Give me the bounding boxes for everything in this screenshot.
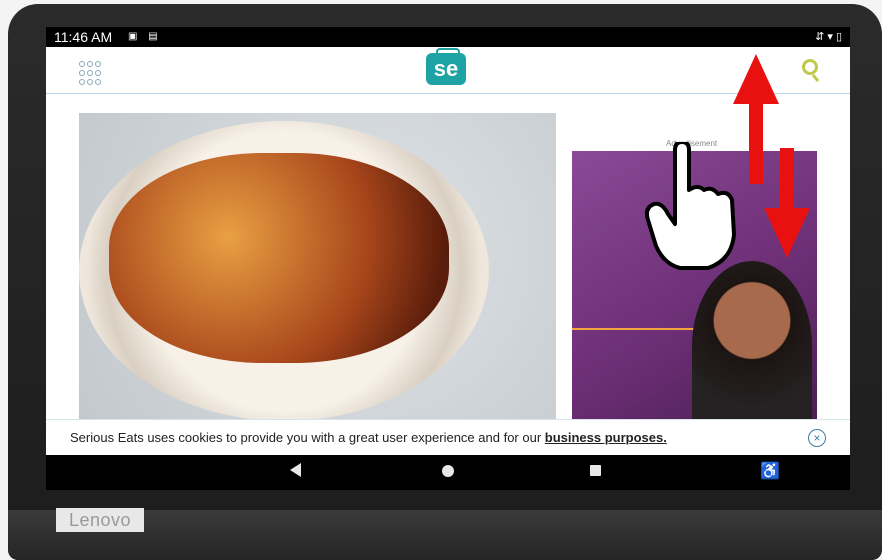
- cookie-message: Serious Eats uses cookies to provide you…: [70, 430, 667, 445]
- arrow-down-icon: [764, 148, 810, 258]
- search-icon[interactable]: [802, 59, 818, 75]
- cookie-text: Serious Eats uses cookies to provide you…: [70, 430, 545, 445]
- food-hero-image: [79, 113, 556, 421]
- android-nav-bar: ♿: [46, 455, 850, 490]
- status-bar: 11:46 AM ▣ ▤ ⇵ ▾ ▯: [46, 27, 850, 47]
- back-icon[interactable]: [290, 463, 301, 477]
- notification-icons: ▣ ▤: [128, 31, 162, 42]
- brand-logo: Lenovo: [56, 508, 144, 532]
- pointing-hand-icon: [644, 142, 736, 270]
- glazed-potatoes-image: [109, 153, 449, 363]
- cookie-link[interactable]: business purposes.: [545, 430, 667, 445]
- home-icon[interactable]: [442, 465, 454, 477]
- cookie-banner: Serious Eats uses cookies to provide you…: [46, 419, 850, 456]
- system-icons: ⇵ ▾ ▯: [815, 31, 842, 43]
- site-header: se: [46, 47, 850, 94]
- ad-line: [572, 328, 700, 330]
- serious-eats-logo[interactable]: se: [426, 48, 466, 85]
- close-icon[interactable]: ×: [808, 429, 826, 447]
- grid-menu-icon[interactable]: [79, 61, 101, 85]
- accessibility-icon[interactable]: ♿: [760, 461, 780, 481]
- recent-apps-icon[interactable]: [590, 465, 601, 476]
- status-time: 11:46 AM: [54, 29, 113, 45]
- ad-person-image: [692, 261, 812, 421]
